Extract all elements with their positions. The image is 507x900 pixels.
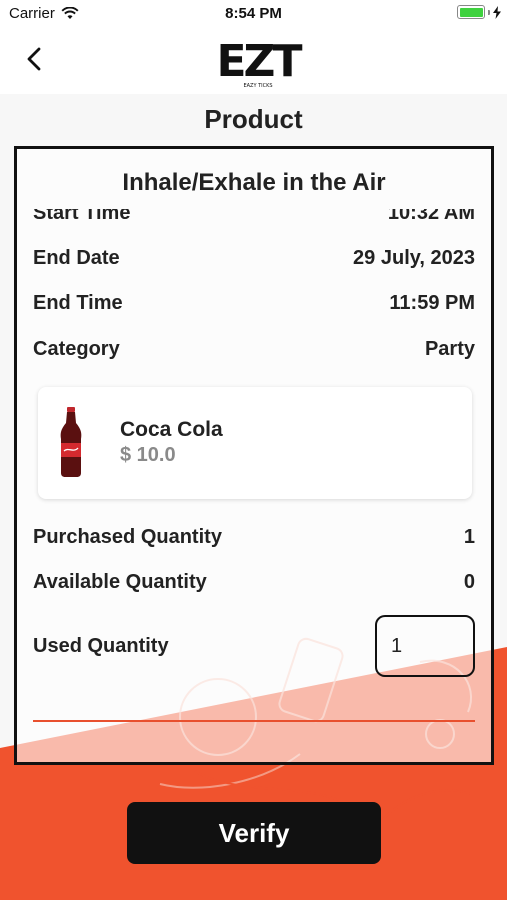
detail-label: Category bbox=[33, 337, 120, 360]
verify-button[interactable]: Verify bbox=[127, 802, 381, 864]
app-logo: EZT EAZY TICKS bbox=[217, 36, 304, 89]
detail-label: End Date bbox=[33, 246, 120, 269]
cola-bottle-image bbox=[60, 407, 82, 477]
product-card: Inhale/Exhale in the Air Start Time 10:3… bbox=[14, 146, 494, 765]
svg-text:EAZY TICKS: EAZY TICKS bbox=[243, 83, 272, 89]
chevron-left-icon bbox=[27, 47, 41, 71]
quantity-label: Available Quantity bbox=[33, 570, 207, 593]
accent-divider bbox=[33, 720, 475, 722]
used-quantity-input[interactable] bbox=[375, 615, 475, 677]
status-bar: Carrier 8:54 PM bbox=[0, 0, 507, 28]
detail-row-start-time: Start Time 10:32 AM bbox=[33, 209, 475, 228]
used-quantity-label: Used Quantity bbox=[33, 634, 169, 657]
quantity-row-available: Available Quantity 0 bbox=[33, 567, 475, 597]
detail-row-end-time: End Time 11:59 PM bbox=[33, 288, 475, 318]
detail-value: 29 July, 2023 bbox=[353, 246, 475, 269]
page-title: Product bbox=[204, 104, 303, 134]
product-price: $ 10.0 bbox=[120, 444, 176, 466]
event-title: Inhale/Exhale in the Air bbox=[122, 169, 386, 196]
detail-value: Party bbox=[424, 337, 475, 360]
battery-icon bbox=[457, 5, 501, 19]
quantity-label: Purchased Quantity bbox=[33, 525, 222, 548]
product-item: Coca Cola $ 10.0 bbox=[38, 387, 472, 499]
detail-value: 10:32 AM bbox=[387, 209, 475, 224]
detail-label: End Time bbox=[33, 291, 123, 314]
back-button[interactable] bbox=[22, 42, 50, 76]
quantity-row-purchased: Purchased Quantity 1 bbox=[33, 522, 475, 552]
product-name: Coca Cola bbox=[120, 418, 223, 441]
detail-label: Start Time bbox=[33, 209, 131, 224]
details-scroll-area[interactable]: Start Time 10:32 AM End Date 29 July, 20… bbox=[17, 209, 491, 762]
quantity-value: 1 bbox=[463, 525, 475, 548]
detail-value: 11:59 PM bbox=[389, 291, 475, 314]
charging-bolt-icon bbox=[493, 5, 501, 19]
detail-row-end-date: End Date 29 July, 2023 bbox=[33, 243, 475, 273]
detail-row-category: Category Party bbox=[33, 334, 475, 364]
used-quantity-row: Used Quantity bbox=[33, 631, 363, 661]
quantity-value: 0 bbox=[463, 570, 475, 593]
app-header: EZT EAZY TICKS bbox=[0, 28, 507, 94]
svg-text:EZT: EZT bbox=[217, 36, 303, 87]
status-time: 8:54 PM bbox=[225, 5, 282, 22]
